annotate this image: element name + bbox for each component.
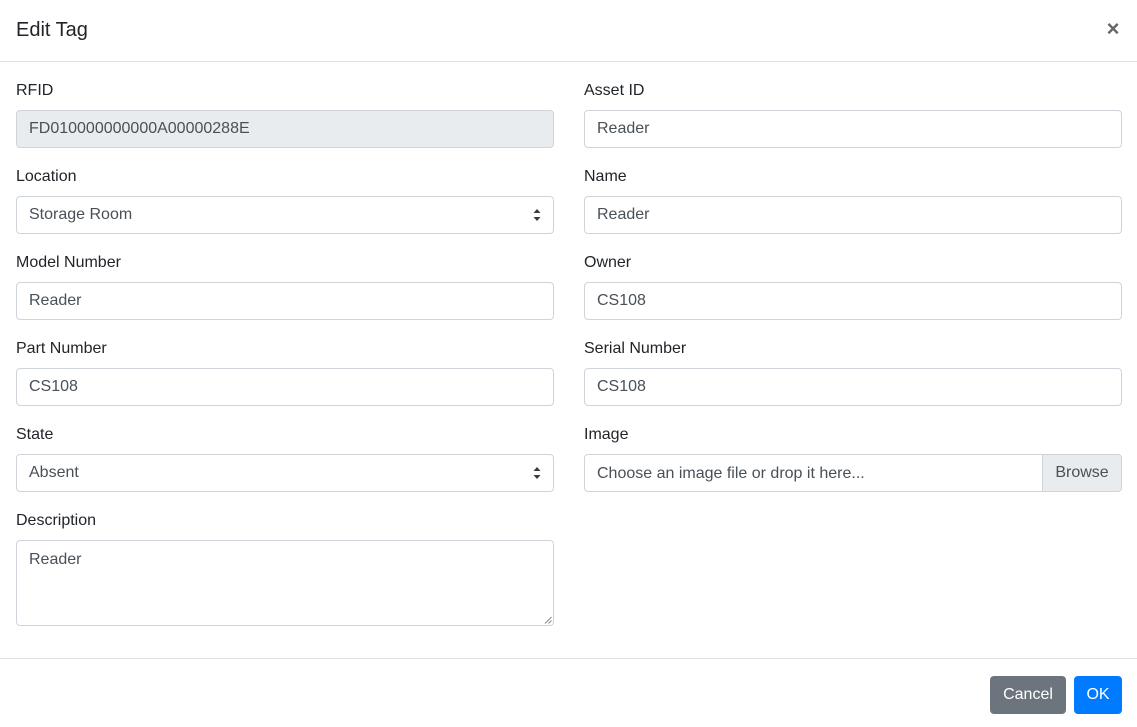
owner-label: Owner <box>584 254 632 271</box>
dialog-title: Edit Tag <box>16 19 88 41</box>
description-textarea[interactable]: Reader <box>16 540 554 626</box>
resize-grip-icon[interactable] <box>544 616 552 624</box>
close-icon[interactable]: × <box>1103 17 1123 41</box>
browse-button[interactable]: Browse <box>1042 455 1121 491</box>
part-number-input[interactable]: CS108 <box>16 368 554 406</box>
image-file-input[interactable]: Choose an image file or drop it here... … <box>584 454 1122 492</box>
rfid-field: FD010000000000A00000288E <box>16 110 554 148</box>
ok-button[interactable]: OK <box>1074 676 1122 714</box>
model-number-label: Model Number <box>16 254 121 271</box>
description-value: Reader <box>29 551 82 568</box>
model-number-value: Reader <box>29 292 82 309</box>
asset-id-label: Asset ID <box>584 82 645 99</box>
rfid-label: RFID <box>16 82 54 99</box>
serial-number-input[interactable]: CS108 <box>584 368 1122 406</box>
asset-id-input[interactable]: Reader <box>584 110 1122 148</box>
cancel-button[interactable]: Cancel <box>990 676 1066 714</box>
state-label: State <box>16 426 54 443</box>
name-value: Reader <box>597 206 650 223</box>
image-file-placeholder: Choose an image file or drop it here... <box>597 465 865 482</box>
select-arrows-icon <box>533 209 541 221</box>
select-arrows-icon <box>533 467 541 479</box>
location-label: Location <box>16 168 77 185</box>
owner-value: CS108 <box>597 292 646 309</box>
asset-id-value: Reader <box>597 120 650 137</box>
edit-tag-dialog: Edit Tag × RFID FD010000000000A00000288E… <box>0 0 1137 727</box>
part-number-label: Part Number <box>16 340 107 357</box>
model-number-input[interactable]: Reader <box>16 282 554 320</box>
name-label: Name <box>584 168 627 185</box>
name-input[interactable]: Reader <box>584 196 1122 234</box>
state-select[interactable]: Absent <box>16 454 554 492</box>
image-label: Image <box>584 426 629 443</box>
owner-input[interactable]: CS108 <box>584 282 1122 320</box>
state-value: Absent <box>29 464 79 481</box>
location-select[interactable]: Storage Room <box>16 196 554 234</box>
rfid-value: FD010000000000A00000288E <box>29 120 250 137</box>
dialog-header: Edit Tag × <box>0 0 1137 62</box>
dialog-footer: Cancel OK <box>0 658 1137 727</box>
serial-number-value: CS108 <box>597 378 646 395</box>
part-number-value: CS108 <box>29 378 78 395</box>
location-value: Storage Room <box>29 206 133 223</box>
description-label: Description <box>16 512 97 529</box>
serial-number-label: Serial Number <box>584 340 687 357</box>
